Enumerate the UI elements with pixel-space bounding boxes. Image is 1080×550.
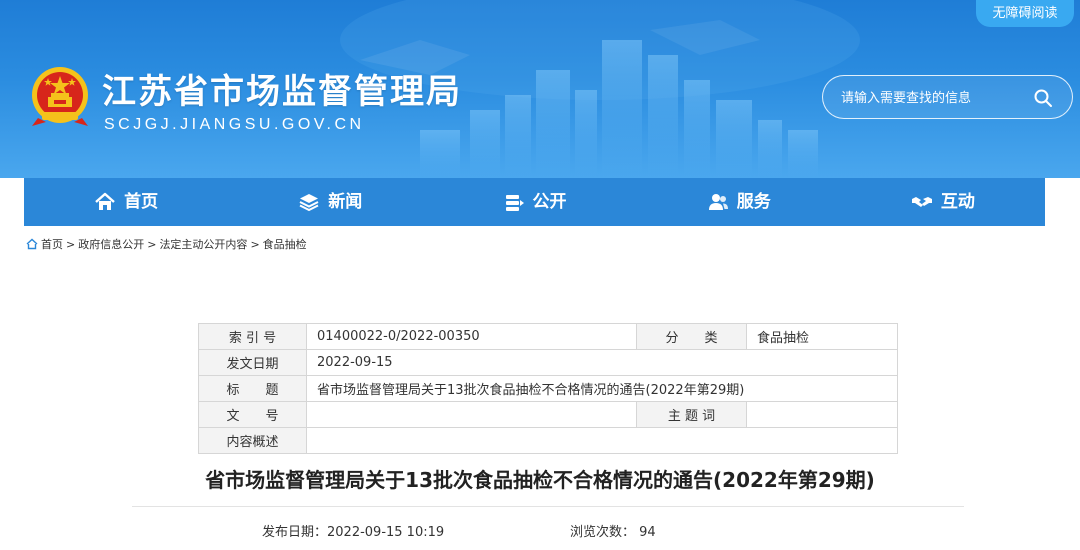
nav-item-label: 新闻: [328, 192, 363, 212]
table-row: 索 引 号 01400022-0/2022-00350 分 类 食品抽检: [198, 323, 898, 350]
home-icon: [26, 238, 38, 250]
layers-icon: [299, 194, 319, 212]
search-box: [822, 75, 1073, 119]
summary-value: [306, 427, 898, 454]
doc-no-value: [306, 401, 637, 428]
nav-item-label: 互动: [940, 192, 975, 212]
table-row: 文 号 主 题 词: [198, 401, 898, 428]
view-count: 浏览次数： 94: [570, 525, 656, 540]
nav-item-service[interactable]: 服务: [637, 178, 841, 226]
article-title: 省市场监督管理局关于13批次食品抽检不合格情况的通告(2022年第29期): [205, 468, 875, 492]
nav-item-public[interactable]: 公开: [432, 178, 636, 226]
doc-no-label: 文 号: [198, 401, 307, 428]
nav-item-label: 公开: [532, 192, 567, 212]
table-row: 发文日期 2022-09-15: [198, 349, 898, 376]
site-header: 无障碍阅读 江苏省市场监督管理局 SCJGJ.JIANGSU.GOV.CN: [0, 0, 1080, 178]
breadcrumb-item-gov-info[interactable]: 政府信息公开: [78, 236, 144, 252]
breadcrumb-item-statutory[interactable]: 法定主动公开内容: [159, 236, 247, 252]
handshake-icon: [911, 197, 932, 207]
breadcrumb-separator: >: [147, 237, 157, 251]
keywords-label: 主 题 词: [636, 401, 747, 428]
date-value: 2022-09-15: [306, 349, 898, 376]
site-title: 江苏省市场监督管理局: [102, 72, 462, 112]
index-value: 01400022-0/2022-00350: [306, 323, 637, 350]
summary-label: 内容概述: [198, 427, 307, 454]
national-emblem-icon: [32, 67, 88, 126]
category-label: 分 类: [636, 323, 747, 350]
index-label: 索 引 号: [198, 323, 307, 350]
breadcrumb: 首页 > 政府信息公开 > 法定主动公开内容 > 食品抽检: [26, 236, 307, 252]
search-input[interactable]: [841, 87, 1031, 109]
stack-icon: [505, 195, 524, 211]
nav-item-interaction[interactable]: 互动: [841, 178, 1045, 226]
nav-item-label: 服务: [736, 192, 771, 212]
breadcrumb-separator: >: [66, 237, 76, 251]
title-label: 标 题: [198, 375, 307, 402]
breadcrumb-item-home[interactable]: 首页: [41, 236, 63, 252]
breadcrumb-item-food-inspection[interactable]: 食品抽检: [263, 236, 307, 252]
main-nav: 首页 新闻 公开 服务 互动: [24, 178, 1045, 226]
site-domain: SCJGJ.JIANGSU.GOV.CN: [104, 116, 365, 133]
publish-date: 发布日期：2022-09-15 10:19: [262, 525, 445, 540]
search-icon[interactable]: [1033, 88, 1053, 108]
accessibility-reading-button[interactable]: 无障碍阅读: [976, 0, 1074, 27]
nav-item-label: 首页: [124, 192, 159, 212]
document-info-table: 索 引 号 01400022-0/2022-00350 分 类 食品抽检 发文日…: [198, 323, 898, 454]
people-icon: [708, 194, 728, 210]
category-value: 食品抽检: [746, 323, 898, 350]
breadcrumb-separator: >: [250, 237, 260, 251]
date-label: 发文日期: [198, 349, 307, 376]
nav-item-news[interactable]: 新闻: [228, 178, 432, 226]
home-icon: [95, 192, 115, 210]
title-divider: [132, 506, 964, 507]
title-value: 省市场监督管理局关于13批次食品抽检不合格情况的通告(2022年第29期): [306, 375, 898, 402]
table-row: 标 题 省市场监督管理局关于13批次食品抽检不合格情况的通告(2022年第29期…: [198, 375, 898, 402]
keywords-value: [746, 401, 898, 428]
nav-item-home[interactable]: 首页: [24, 178, 228, 226]
page: 无障碍阅读 江苏省市场监督管理局 SCJGJ.JIANGSU.GOV.CN 请输…: [0, 0, 1080, 550]
table-row: 内容概述: [198, 427, 898, 454]
